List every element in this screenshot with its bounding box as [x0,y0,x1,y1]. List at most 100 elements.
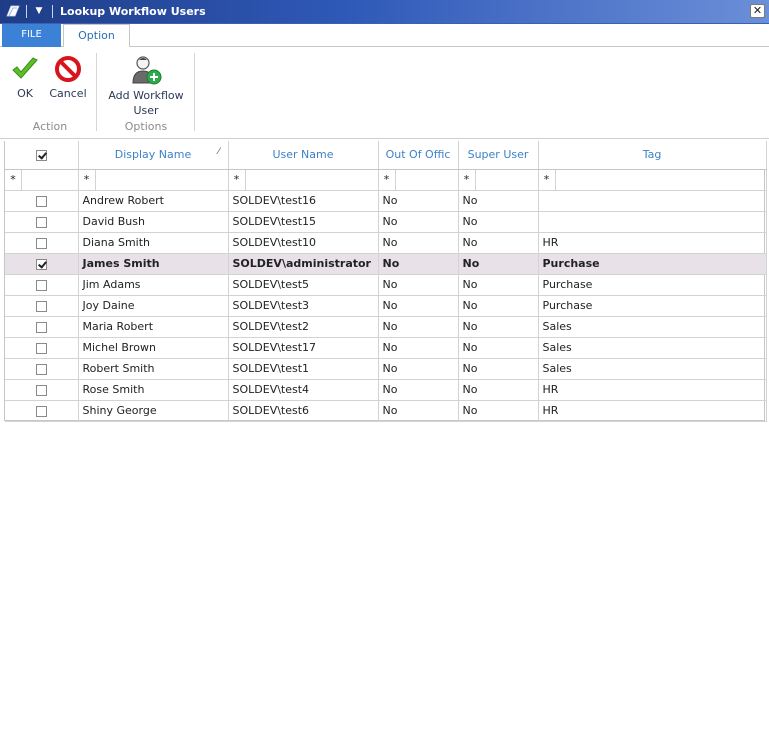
cell-tag[interactable]: Sales [538,337,767,359]
row-select-cell[interactable] [5,337,79,359]
cell-display-name[interactable]: David Bush [78,211,229,233]
table-row[interactable]: Robert Smith SOLDEV\test1 No No Sales [5,358,767,380]
table-row[interactable]: Maria Robert SOLDEV\test2 No No Sales [5,316,767,338]
filter-cell-user-name[interactable]: * [228,169,379,191]
cell-user-name[interactable]: SOLDEV\test3 [228,295,379,317]
row-select-cell[interactable] [5,190,79,212]
cell-tag[interactable]: Sales [538,316,767,338]
cell-out-of-office[interactable]: No [378,316,459,338]
cell-user-name[interactable]: SOLDEV\test1 [228,358,379,380]
table-row[interactable]: Jim Adams SOLDEV\test5 No No Purchase [5,274,767,296]
row-select-cell[interactable] [5,379,79,401]
row-select-cell[interactable] [5,295,79,317]
table-row[interactable]: Shiny George SOLDEV\test6 No No HR [5,400,767,422]
row-checkbox[interactable] [35,237,47,249]
cell-user-name[interactable]: SOLDEV\test16 [228,190,379,212]
table-row[interactable]: David Bush SOLDEV\test15 No No [5,211,767,233]
table-row[interactable]: James Smith SOLDEV\administrator No No Purch… [5,253,767,275]
app-icon[interactable] [5,3,21,19]
row-checkbox[interactable] [35,384,47,396]
cell-user-name[interactable]: SOLDEV\test10 [228,232,379,254]
cell-out-of-office[interactable]: No [378,337,459,359]
cell-display-name[interactable]: Robert Smith [78,358,229,380]
cell-user-name[interactable]: SOLDEV\test2 [228,316,379,338]
cell-out-of-office[interactable]: No [378,379,459,401]
tab-file[interactable]: FILE [2,24,61,47]
cell-super-user[interactable]: No [458,358,539,380]
cell-tag[interactable]: Purchase [538,253,767,275]
cell-user-name[interactable]: SOLDEV\test6 [228,400,379,422]
close-button[interactable]: ✕ [750,4,765,18]
filter-cell-super-user[interactable]: * [458,169,539,191]
cell-display-name[interactable]: James Smith [78,253,229,275]
row-select-cell[interactable] [5,211,79,233]
cell-tag[interactable] [538,190,767,212]
cell-tag[interactable]: Purchase [538,274,767,296]
row-select-cell[interactable] [5,253,79,275]
cell-super-user[interactable]: No [458,274,539,296]
row-select-cell[interactable] [5,232,79,254]
row-checkbox[interactable] [35,342,47,354]
cell-user-name[interactable]: SOLDEV\test15 [228,211,379,233]
select-all-checkbox[interactable] [35,149,47,161]
row-checkbox[interactable] [35,405,47,417]
cell-display-name[interactable]: Shiny George [78,400,229,422]
select-all-header[interactable] [5,141,79,170]
cell-super-user[interactable]: No [458,211,539,233]
row-checkbox[interactable] [35,363,47,375]
cell-super-user[interactable]: No [458,295,539,317]
cell-out-of-office[interactable]: No [378,295,459,317]
cell-tag[interactable]: Sales [538,358,767,380]
table-row[interactable]: Rose Smith SOLDEV\test4 No No HR [5,379,767,401]
row-select-cell[interactable] [5,358,79,380]
table-row[interactable]: Joy Daine SOLDEV\test3 No No Purchase [5,295,767,317]
tab-option[interactable]: Option [63,24,130,48]
cell-out-of-office[interactable]: No [378,211,459,233]
column-header-display-name[interactable]: Display Name ⁄ [78,141,229,170]
row-select-cell[interactable] [5,316,79,338]
row-checkbox[interactable] [35,300,47,312]
cell-super-user[interactable]: No [458,337,539,359]
cell-super-user[interactable]: No [458,379,539,401]
cell-display-name[interactable]: Joy Daine [78,295,229,317]
cell-out-of-office[interactable]: No [378,400,459,422]
cell-tag[interactable]: HR [538,400,767,422]
row-checkbox[interactable] [35,279,47,291]
table-row[interactable]: Andrew Robert SOLDEV\test16 No No [5,190,767,212]
filter-cell-select[interactable]: * [5,169,79,191]
add-workflow-user-button[interactable]: Add Workflow User [104,55,188,118]
row-select-cell[interactable] [5,400,79,422]
filter-cell-out-of-office[interactable]: * [378,169,459,191]
cell-out-of-office[interactable]: No [378,232,459,254]
quick-access-dropdown-icon[interactable]: ▼ [32,2,46,20]
cell-user-name[interactable]: SOLDEV\administrator [228,253,379,275]
cell-user-name[interactable]: SOLDEV\test5 [228,274,379,296]
row-checkbox[interactable] [35,216,47,228]
ok-button[interactable]: OK [8,55,42,101]
cell-super-user[interactable]: No [458,232,539,254]
cell-display-name[interactable]: Jim Adams [78,274,229,296]
row-select-cell[interactable] [5,274,79,296]
column-header-tag[interactable]: Tag [538,141,767,170]
cell-display-name[interactable]: Andrew Robert [78,190,229,212]
cell-super-user[interactable]: No [458,253,539,275]
cell-tag[interactable]: HR [538,379,767,401]
column-header-user-name[interactable]: User Name [228,141,379,170]
column-header-super-user[interactable]: Super User [458,141,539,170]
cell-tag[interactable] [538,211,767,233]
cell-user-name[interactable]: SOLDEV\test4 [228,379,379,401]
cancel-button[interactable]: Cancel [48,55,88,101]
filter-cell-display-name[interactable]: * [78,169,229,191]
row-checkbox[interactable] [35,258,47,270]
filter-cell-tag[interactable]: * [538,169,767,191]
cell-tag[interactable]: Purchase [538,295,767,317]
cell-display-name[interactable]: Diana Smith [78,232,229,254]
table-row[interactable]: Michel Brown SOLDEV\test17 No No Sales [5,337,767,359]
cell-display-name[interactable]: Maria Robert [78,316,229,338]
cell-super-user[interactable]: No [458,316,539,338]
cell-user-name[interactable]: SOLDEV\test17 [228,337,379,359]
cell-out-of-office[interactable]: No [378,253,459,275]
cell-out-of-office[interactable]: No [378,358,459,380]
cell-display-name[interactable]: Rose Smith [78,379,229,401]
row-checkbox[interactable] [35,321,47,333]
